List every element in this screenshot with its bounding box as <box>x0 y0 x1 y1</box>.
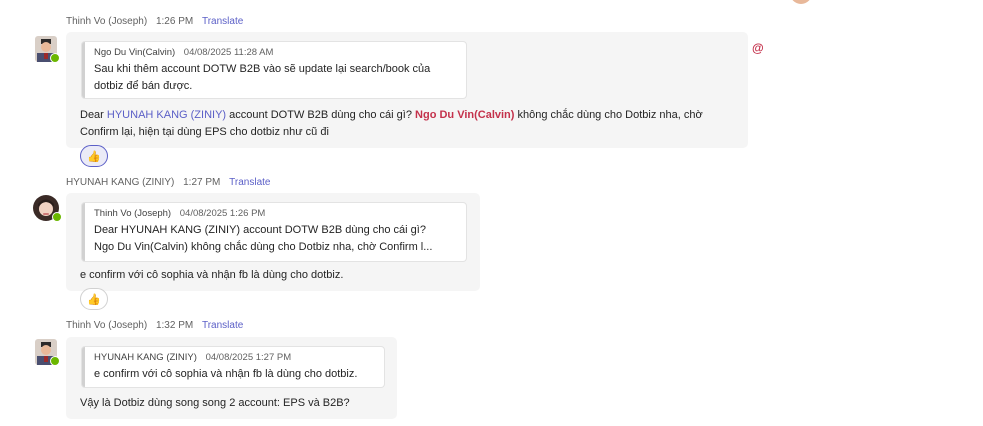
translate-link[interactable]: Translate <box>202 320 243 331</box>
quote-text: Sau khi thêm account DOTW B2B vào sẽ upd… <box>94 61 466 95</box>
presence-available-icon <box>50 53 60 63</box>
translate-link[interactable]: Translate <box>202 16 243 27</box>
message-1-header: Thinh Vo (Joseph) 1:26 PM Translate <box>66 16 243 27</box>
body-prefix: Dear <box>80 109 107 121</box>
body-middle: account DOTW B2B dùng cho cái gì? <box>226 109 416 121</box>
thumbs-up-icon: 👍 <box>87 293 101 306</box>
quote-datetime: 04/08/2025 1:27 PM <box>205 352 292 363</box>
message-time: 1:26 PM <box>155 16 194 27</box>
mention-ngo-du-vin[interactable]: Ngo Du Vin(Calvin) <box>415 109 514 121</box>
quote-line-1: Sau khi thêm account DOTW B2B vào sẽ upd… <box>94 63 431 75</box>
quote-header: HYUNAH KANG (ZINIY) 04/08/2025 1:27 PM <box>94 352 384 363</box>
quoted-message[interactable]: HYUNAH KANG (ZINIY) 04/08/2025 1:27 PM e… <box>82 347 384 387</box>
quote-line-1: Dear HYUNAH KANG (ZINIY) account DOTW B2… <box>94 224 426 236</box>
message-time: 1:27 PM <box>183 177 221 188</box>
presence-available-icon <box>52 212 62 222</box>
quote-datetime: 04/08/2025 11:28 AM <box>183 47 274 58</box>
quote-author: Thinh Vo (Joseph) <box>94 208 172 219</box>
sender-name: Thinh Vo (Joseph) <box>66 16 148 27</box>
message-3-header: Thinh Vo (Joseph) 1:32 PM Translate <box>66 320 243 331</box>
message-body: e confirm với cô sophia và nhận fb là dù… <box>80 269 344 281</box>
message-body: Dear HYUNAH KANG (ZINIY) account DOTW B2… <box>80 107 742 141</box>
quote-datetime: 04/08/2025 1:26 PM <box>179 208 266 219</box>
sender-name: Thinh Vo (Joseph) <box>66 320 148 331</box>
body-line-2: Confirm lại, hiện tại dùng EPS cho dotbi… <box>80 126 329 138</box>
message-time: 1:32 PM <box>155 320 194 331</box>
quoted-message[interactable]: Ngo Du Vin(Calvin) 04/08/2025 11:28 AM S… <box>82 42 466 98</box>
quote-header: Ngo Du Vin(Calvin) 04/08/2025 11:28 AM <box>94 47 466 58</box>
message-bubble-3[interactable]: HYUNAH KANG (ZINIY) 04/08/2025 1:27 PM e… <box>66 337 397 419</box>
message-bubble-1[interactable]: Ngo Du Vin(Calvin) 04/08/2025 11:28 AM S… <box>66 32 748 148</box>
avatar-hyunah-kang[interactable] <box>33 195 62 222</box>
like-reaction-button[interactable]: 👍 <box>80 145 108 167</box>
quote-text: e confirm với cô sophia và nhận fb là dù… <box>94 366 384 383</box>
message-2-header: HYUNAH KANG (ZINIY) 1:27 PM Translate <box>66 177 270 188</box>
avatar-thinh-vo[interactable] <box>35 36 60 63</box>
top-reaction-fragment <box>790 0 812 4</box>
quote-author: HYUNAH KANG (ZINIY) <box>94 352 197 363</box>
mention-hyunah-kang[interactable]: HYUNAH KANG (ZINIY) <box>107 109 226 121</box>
body-suffix: không chắc dùng cho Dotbiz nha, chờ <box>514 109 703 121</box>
presence-available-icon <box>50 356 60 366</box>
quoted-message[interactable]: Thinh Vo (Joseph) 04/08/2025 1:26 PM Dea… <box>82 203 466 261</box>
quote-header: Thinh Vo (Joseph) 04/08/2025 1:26 PM <box>94 208 466 219</box>
quote-line-2: Ngo Du Vin(Calvin) không chắc dùng cho D… <box>94 241 433 253</box>
avatar-thinh-vo[interactable] <box>35 339 60 366</box>
message-bubble-2[interactable]: Thinh Vo (Joseph) 04/08/2025 1:26 PM Dea… <box>66 193 480 291</box>
quote-line-1: e confirm với cô sophia và nhận fb là dù… <box>94 368 358 380</box>
translate-link[interactable]: Translate <box>229 177 270 188</box>
sender-name: HYUNAH KANG (ZINIY) <box>66 177 175 188</box>
quote-line-2: dotbiz để bán được. <box>94 80 193 92</box>
thumbs-up-icon: 👍 <box>87 150 101 163</box>
like-reaction-button[interactable]: 👍 <box>80 288 108 310</box>
mention-at-icon: @ <box>752 41 764 55</box>
message-body: Vậy là Dotbiz dùng song song 2 account: … <box>80 397 350 409</box>
quote-text: Dear HYUNAH KANG (ZINIY) account DOTW B2… <box>94 222 466 256</box>
quote-author: Ngo Du Vin(Calvin) <box>94 47 176 58</box>
